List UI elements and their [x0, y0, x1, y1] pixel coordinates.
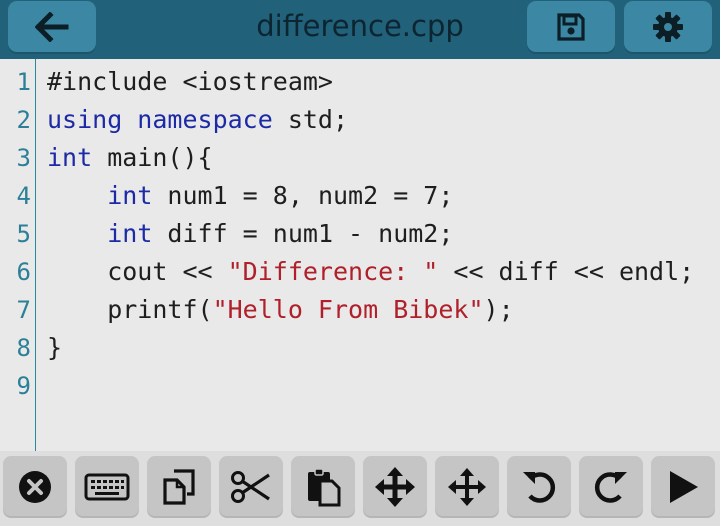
line-number: 4 — [16, 182, 31, 210]
redo-icon — [594, 472, 627, 503]
line-number: 3 — [16, 144, 31, 172]
code-token: cout << — [47, 257, 228, 286]
keyboard-button[interactable] — [75, 456, 139, 518]
arrow-left-icon — [35, 11, 69, 42]
code-token: #include <iostream> — [47, 67, 333, 96]
code-token: num1 = 8, num2 = 7; — [152, 181, 454, 210]
close-circle-icon — [19, 471, 51, 503]
line-number: 1 — [16, 68, 31, 96]
code-line[interactable]: using namespace std; — [47, 101, 348, 139]
code-token: main(){ — [92, 143, 213, 172]
move-arrows-icon — [375, 467, 415, 507]
code-token: printf( — [47, 295, 213, 324]
code-line[interactable]: int num1 = 8, num2 = 7; — [47, 177, 453, 215]
move-arrows-icon — [448, 468, 486, 506]
code-line[interactable]: int diff = num1 - num2; — [47, 215, 453, 253]
cut-button[interactable] — [219, 456, 283, 518]
undo-icon — [523, 472, 556, 503]
code-token: << diff << endl; — [438, 257, 695, 286]
gear-icon — [653, 11, 683, 42]
move-selection-button[interactable] — [435, 456, 499, 518]
paste-button[interactable] — [291, 456, 355, 518]
code-line[interactable]: cout << "Difference: " << diff << endl; — [47, 253, 694, 291]
code-token: std; — [272, 105, 349, 134]
undo-button[interactable] — [507, 456, 571, 518]
code-line[interactable]: int main(){ — [47, 139, 213, 177]
app-header: difference.cpp — [0, 0, 720, 59]
redo-button[interactable] — [579, 456, 643, 518]
play-icon — [670, 471, 698, 503]
code-line[interactable]: printf("Hello From Bibek"); — [47, 291, 514, 329]
line-number: 5 — [16, 220, 31, 248]
settings-button[interactable] — [624, 1, 712, 52]
run-button[interactable] — [651, 456, 715, 518]
back-button[interactable] — [8, 1, 96, 52]
code-line[interactable]: #include <iostream> — [47, 63, 333, 101]
keyword-token: int — [107, 219, 153, 248]
code-token: ); — [483, 295, 514, 324]
keyword-token: int — [47, 143, 93, 172]
line-number: 8 — [16, 334, 31, 362]
copy-icon — [163, 469, 195, 505]
line-number: 9 — [16, 372, 31, 400]
editor-toolbar — [0, 451, 720, 526]
move-cursor-button[interactable] — [363, 456, 427, 518]
code-token: } — [47, 333, 63, 362]
keyword-token: using namespace — [47, 105, 273, 134]
code-token: diff = num1 - num2; — [152, 219, 454, 248]
line-number: 2 — [16, 106, 31, 134]
close-button[interactable] — [3, 456, 67, 518]
keyboard-icon — [84, 473, 130, 501]
copy-button[interactable] — [147, 456, 211, 518]
code-editor[interactable]: 1 2 3 4 5 6 7 8 9 #include <iostream> using names… — [0, 59, 720, 451]
string-token: "Difference: " — [227, 257, 439, 286]
save-button[interactable] — [527, 1, 615, 52]
floppy-disk-icon — [557, 12, 585, 41]
line-number: 7 — [16, 296, 31, 324]
line-number: 6 — [16, 258, 31, 286]
gutter-divider — [35, 59, 36, 451]
paste-icon — [308, 468, 341, 507]
scissors-icon — [231, 471, 270, 503]
string-token: "Hello From Bibek" — [212, 295, 484, 324]
keyword-token: int — [107, 181, 153, 210]
code-line[interactable]: } — [47, 329, 62, 367]
